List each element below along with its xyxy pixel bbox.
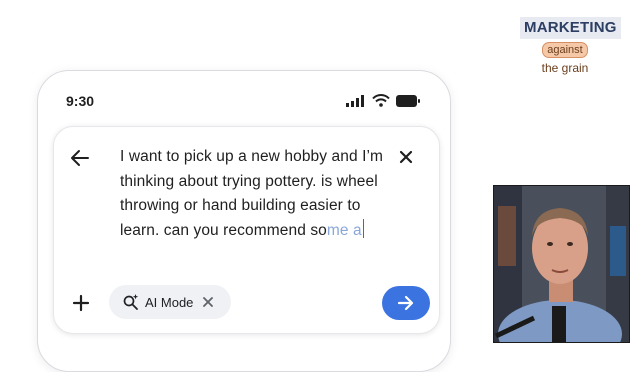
ai-mode-chip[interactable]: AI Mode [109,285,231,319]
status-icons [346,94,420,107]
wifi-icon [372,94,390,107]
send-button[interactable] [382,286,430,320]
logo-line-2: against [542,42,588,58]
status-time: 9:30 [66,93,95,109]
search-box[interactable]: I want to pick up a new hobby and I’m th… [53,126,440,334]
signal-icon [346,94,364,107]
text-cursor [362,218,365,238]
logo-line-3: the grain [541,61,589,75]
close-icon[interactable] [399,150,413,164]
back-arrow-icon[interactable] [69,147,91,169]
webcam-overlay [493,185,630,343]
battery-icon [396,94,420,107]
ai-mode-label: AI Mode [145,294,194,310]
brand-logo: MARKETING against the grain [520,17,621,85]
phone-frame: 9:30 I want to pick up a new hobby and I… [37,70,451,372]
presenter-video [494,186,629,342]
query-text-suggestion: me a [326,221,362,239]
search-query-input[interactable]: I want to pick up a new hobby and I’m th… [120,145,390,243]
chip-close-icon[interactable] [203,297,214,307]
arrow-right-icon [397,295,414,311]
logo-tagline-faint [520,75,610,84]
logo-line-1: MARKETING [520,17,621,39]
sparkle-search-icon [123,294,139,310]
plus-icon[interactable] [72,294,90,312]
